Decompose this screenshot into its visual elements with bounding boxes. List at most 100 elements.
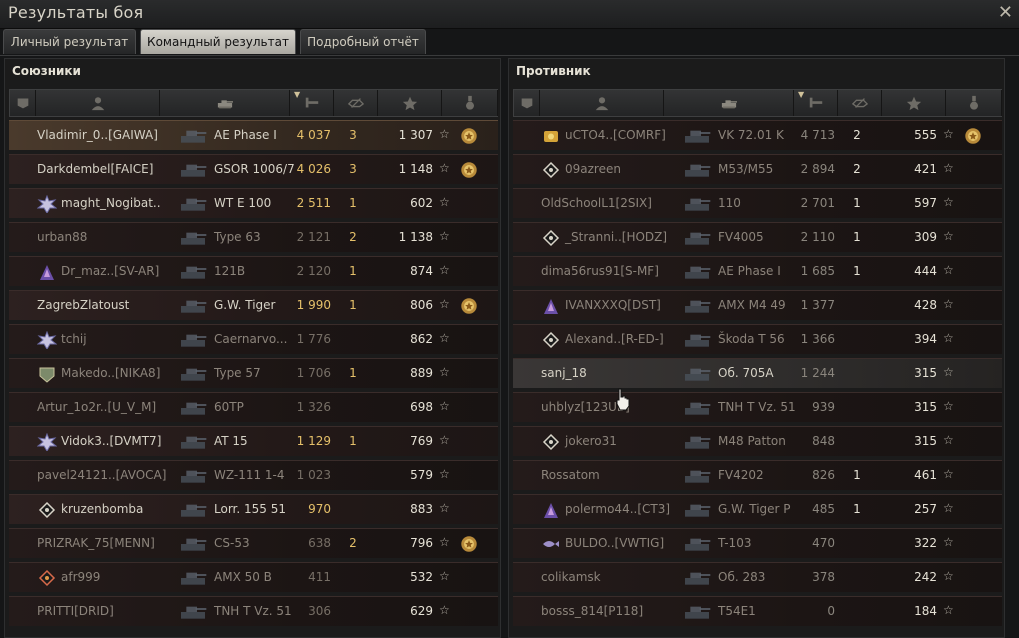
star-column-button[interactable] xyxy=(882,90,946,116)
tank-silhouette-icon xyxy=(169,532,217,556)
medal-column-icon xyxy=(965,95,983,111)
player-name: maght_Nogibat.. xyxy=(61,196,161,210)
player-row[interactable]: PRITTI[DRID] TNH T Vz. 51 306 629 ☆ xyxy=(9,596,498,626)
player-name: OldSchoolL1[2SIX] xyxy=(541,196,652,210)
player-row[interactable]: uhblyz[123UB] TNH T Vz. 51 939 315 ☆ xyxy=(513,392,1002,422)
player-row[interactable]: BULDO..[VWTIG] T-103 470 322 ☆ xyxy=(513,528,1002,558)
tank-silhouette-icon xyxy=(673,396,721,420)
star-icon: ☆ xyxy=(943,161,954,175)
allies-title: Союзники xyxy=(12,64,81,78)
tab-bar: Личный результат Командный результат Под… xyxy=(0,28,1019,56)
tab-personal-result[interactable]: Личный результат xyxy=(3,29,136,54)
tab-detailed-report[interactable]: Подробный отчёт xyxy=(300,29,426,54)
kills-value: 3 xyxy=(349,128,357,142)
player-row[interactable]: uCTO4..[COMRF] VK 72.01 K4 713 2 555 ☆ xyxy=(513,120,1002,150)
medal-icon[interactable] xyxy=(458,159,480,181)
player-row[interactable]: bosss_814[P118] T54E1 0 184 ☆ xyxy=(513,596,1002,626)
user-column-button[interactable] xyxy=(540,90,664,116)
kills-value: 1 xyxy=(853,230,861,244)
player-row[interactable]: colikamsk Об. 283 378 242 ☆ xyxy=(513,562,1002,592)
player-row[interactable]: jokero31 M48 Patton 848 315 ☆ xyxy=(513,426,1002,456)
player-row[interactable]: OldSchoolL1[2SIX] 110 2 701 1 597 ☆ xyxy=(513,188,1002,218)
close-icon[interactable]: ✕ xyxy=(998,2,1013,23)
player-row[interactable]: ZagrebZlatoust G.W. Tiger 1 990 1 806 ☆ xyxy=(9,290,498,320)
medal-icon[interactable] xyxy=(458,533,480,555)
diamond-icon xyxy=(541,161,561,179)
medal-icon[interactable] xyxy=(458,295,480,317)
experience-value: 315 xyxy=(914,400,937,414)
damage-value: 2 121 xyxy=(296,230,331,244)
player-row[interactable]: pavel24121..[AVOCA] WZ-111 1-4 1 023 579 ☆ xyxy=(9,460,498,490)
medal-column-column-button[interactable] xyxy=(442,90,498,116)
player-row[interactable]: afr999 AMX 50 B 411 532 ☆ xyxy=(9,562,498,592)
kills-column-button[interactable] xyxy=(334,90,378,116)
rank-column-column-button[interactable] xyxy=(10,90,36,116)
player-row[interactable]: _Stranni..[HODZ] FV4005 2 110 1 309 ☆ xyxy=(513,222,1002,252)
tab-team-result[interactable]: Командный результат xyxy=(140,29,296,54)
tank-silhouette-icon xyxy=(169,430,217,454)
player-row[interactable]: 09azreen M53/M55 2 894 2 421 ☆ xyxy=(513,154,1002,184)
player-row[interactable]: urban88 Type 63 2 121 2 1 138 ☆ xyxy=(9,222,498,252)
tank-silhouette-icon xyxy=(169,226,217,250)
player-name: 09azreen xyxy=(565,162,621,176)
damage-value: 1 706 xyxy=(296,366,331,380)
damage-column-button[interactable]: ▼ xyxy=(290,90,334,116)
player-row[interactable]: PRIZRAK_75[MENN] CS-53 638 2 796 ☆ xyxy=(9,528,498,558)
player-row[interactable]: sanj_18 Об. 705А 1 244 315 ☆ xyxy=(513,358,1002,388)
medal-column-column-button[interactable] xyxy=(946,90,1002,116)
tank-silhouette-icon xyxy=(169,498,217,522)
medal-icon[interactable] xyxy=(962,125,984,147)
star-column-button[interactable] xyxy=(378,90,442,116)
medal-icon[interactable] xyxy=(458,125,480,147)
vehicle-name: AMX 50 B xyxy=(214,570,272,584)
tank-silhouette-icon xyxy=(673,192,721,216)
allies-list: Vladimir_0..[GAIWA] AE Phase I4 037 3 1 307… xyxy=(9,120,498,630)
player-row[interactable]: tchij Caernarvo... 1 776 862 ☆ xyxy=(9,324,498,354)
player-row[interactable]: maght_Nogibat.. WT E 100 2 511 1 602 ☆ xyxy=(9,188,498,218)
star-icon: ☆ xyxy=(439,195,450,209)
rank-icon xyxy=(37,263,57,281)
player-row[interactable]: Makedo..[NIKA8] Type 57 1 706 1 889 ☆ xyxy=(9,358,498,388)
tank-silhouette-icon xyxy=(169,566,217,590)
player-row[interactable]: Alexand..[R-ED-] Škoda T 56 1 366 394 ☆ xyxy=(513,324,1002,354)
damage-value: 1 685 xyxy=(800,264,835,278)
diamond-icon xyxy=(541,229,561,247)
star-icon: ☆ xyxy=(943,433,954,447)
star-icon: ☆ xyxy=(943,569,954,583)
kills-column-button[interactable] xyxy=(838,90,882,116)
player-row[interactable]: IVANXXXQ[DST] AMX M4 49 1 377 428 ☆ xyxy=(513,290,1002,320)
player-name: PRITTI[DRID] xyxy=(37,604,114,618)
player-row[interactable]: Vidok3..[DVMT7] AT 15 1 129 1 769 ☆ xyxy=(9,426,498,456)
experience-value: 428 xyxy=(914,298,937,312)
player-row[interactable]: Vladimir_0..[GAIWA] AE Phase I4 037 3 1 307… xyxy=(9,120,498,150)
player-name: colikamsk xyxy=(541,570,601,584)
damage-column-button[interactable]: ▼ xyxy=(794,90,838,116)
rank-column-column-button[interactable] xyxy=(514,90,540,116)
rank-column-icon xyxy=(518,95,536,111)
player-row[interactable]: dima56rus91[S-MF] AE Phase I1 685 1 444 ☆ xyxy=(513,256,1002,286)
player-row[interactable]: Artur_1o2r..[U_V_M] 60TP 1 326 698 ☆ xyxy=(9,392,498,422)
player-row[interactable]: kruzenbomba Lorr. 155 51 970 883 ☆ xyxy=(9,494,498,524)
vehicle-name: Type 57 xyxy=(214,366,261,380)
damage-value: 306 xyxy=(308,604,331,618)
experience-value: 698 xyxy=(410,400,433,414)
user-column-button[interactable] xyxy=(36,90,160,116)
tank-silhouette-icon xyxy=(673,226,721,250)
kills-value: 1 xyxy=(349,196,357,210)
star-icon: ☆ xyxy=(943,195,954,209)
vehicle-column-button[interactable] xyxy=(160,90,290,116)
diamond-red-icon xyxy=(37,569,57,587)
player-row[interactable]: Rossatom FV4202 826 1 461 ☆ xyxy=(513,460,1002,490)
kills-value: 1 xyxy=(853,502,861,516)
vehicle-name: WT E 100 xyxy=(214,196,272,210)
damage-value: 485 xyxy=(812,502,835,516)
player-row[interactable]: polermo44..[CT3] G.W. Tiger P 485 1 257 ☆ xyxy=(513,494,1002,524)
vehicle-column-button[interactable] xyxy=(664,90,794,116)
experience-value: 257 xyxy=(914,502,937,516)
player-row[interactable]: Dr_maz..[SV-AR] 121B 2 120 1 874 ☆ xyxy=(9,256,498,286)
experience-value: 883 xyxy=(410,502,433,516)
player-row[interactable]: Darkdembel[FAICE] GSOR 1006/7 4 026 3 1 148 ☆ xyxy=(9,154,498,184)
star-icon: ☆ xyxy=(943,501,954,515)
tank-silhouette-icon xyxy=(673,566,721,590)
damage-value: 470 xyxy=(812,536,835,550)
